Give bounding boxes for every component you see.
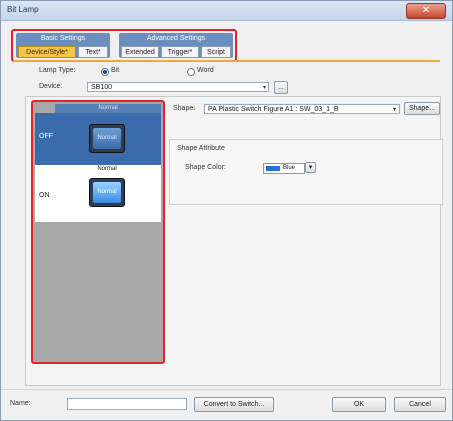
state-on-name: Normal xyxy=(97,166,117,172)
device-label: Device: xyxy=(39,83,63,90)
lamp-type-bit-label: Bit xyxy=(111,67,120,74)
state-off-label: OFF xyxy=(39,133,53,140)
tab-highlight-frame xyxy=(11,29,237,62)
shape-select[interactable]: PA Plastic Switch Figure A1 : SW_03_1_B xyxy=(204,104,400,114)
bit-lamp-dialog: Bit Lamp ✕ Basic Settings Advanced Setti… xyxy=(0,0,453,421)
tab-strip-underline xyxy=(13,60,440,62)
shape-dropdown-icon[interactable]: ▾ xyxy=(393,106,396,113)
shape-button[interactable]: Shape... xyxy=(404,102,440,115)
close-icon: ✕ xyxy=(421,5,431,16)
lamp-preview-off: Normal xyxy=(89,124,125,153)
lamp-preview-off-text: Normal xyxy=(93,128,121,149)
ok-button[interactable]: OK xyxy=(332,397,386,412)
lamp-type-word-label: Word xyxy=(197,67,214,74)
name-label: Name: xyxy=(10,400,31,407)
shape-attribute-title: Shape Attribute xyxy=(177,145,225,152)
lamp-preview-on-text: Normal xyxy=(93,182,121,203)
state-list: Normal OFF Normal Normal ON Normal xyxy=(31,100,165,364)
convert-to-switch-button[interactable]: Convert to Switch... xyxy=(194,397,274,412)
chevron-down-icon: ▾ xyxy=(308,164,313,171)
state-row-on[interactable]: Normal ON Normal xyxy=(35,165,161,222)
title-bar: Bit Lamp ✕ xyxy=(1,1,452,21)
shape-label: Shape: xyxy=(173,105,196,112)
state-on-label: ON xyxy=(39,192,50,199)
shape-color-value: Blue xyxy=(283,165,296,171)
shape-color-dropdown[interactable]: ▾ xyxy=(305,162,316,173)
lamp-type-bit-radio[interactable] xyxy=(101,68,109,76)
name-input[interactable] xyxy=(67,398,187,410)
lamp-type-word-radio[interactable] xyxy=(187,68,195,76)
state-row-off[interactable]: OFF Normal xyxy=(35,113,161,165)
device-dropdown-icon[interactable]: ▾ xyxy=(263,84,266,91)
footer-divider xyxy=(1,389,452,390)
lamp-preview-on: Normal xyxy=(89,178,125,207)
device-input[interactable]: SB100 xyxy=(87,82,269,92)
shape-color-label: Shape Color: xyxy=(185,164,226,171)
device-browse-button[interactable]: ... xyxy=(274,81,288,94)
state-column-header: Normal xyxy=(55,104,161,113)
lamp-type-label: Lamp Type: xyxy=(39,67,76,74)
window-title: Bit Lamp xyxy=(7,5,39,14)
cancel-button[interactable]: Cancel xyxy=(394,397,446,412)
shape-color-select[interactable]: Blue xyxy=(263,163,305,174)
close-button[interactable]: ✕ xyxy=(406,3,446,19)
shape-color-swatch xyxy=(266,166,280,171)
